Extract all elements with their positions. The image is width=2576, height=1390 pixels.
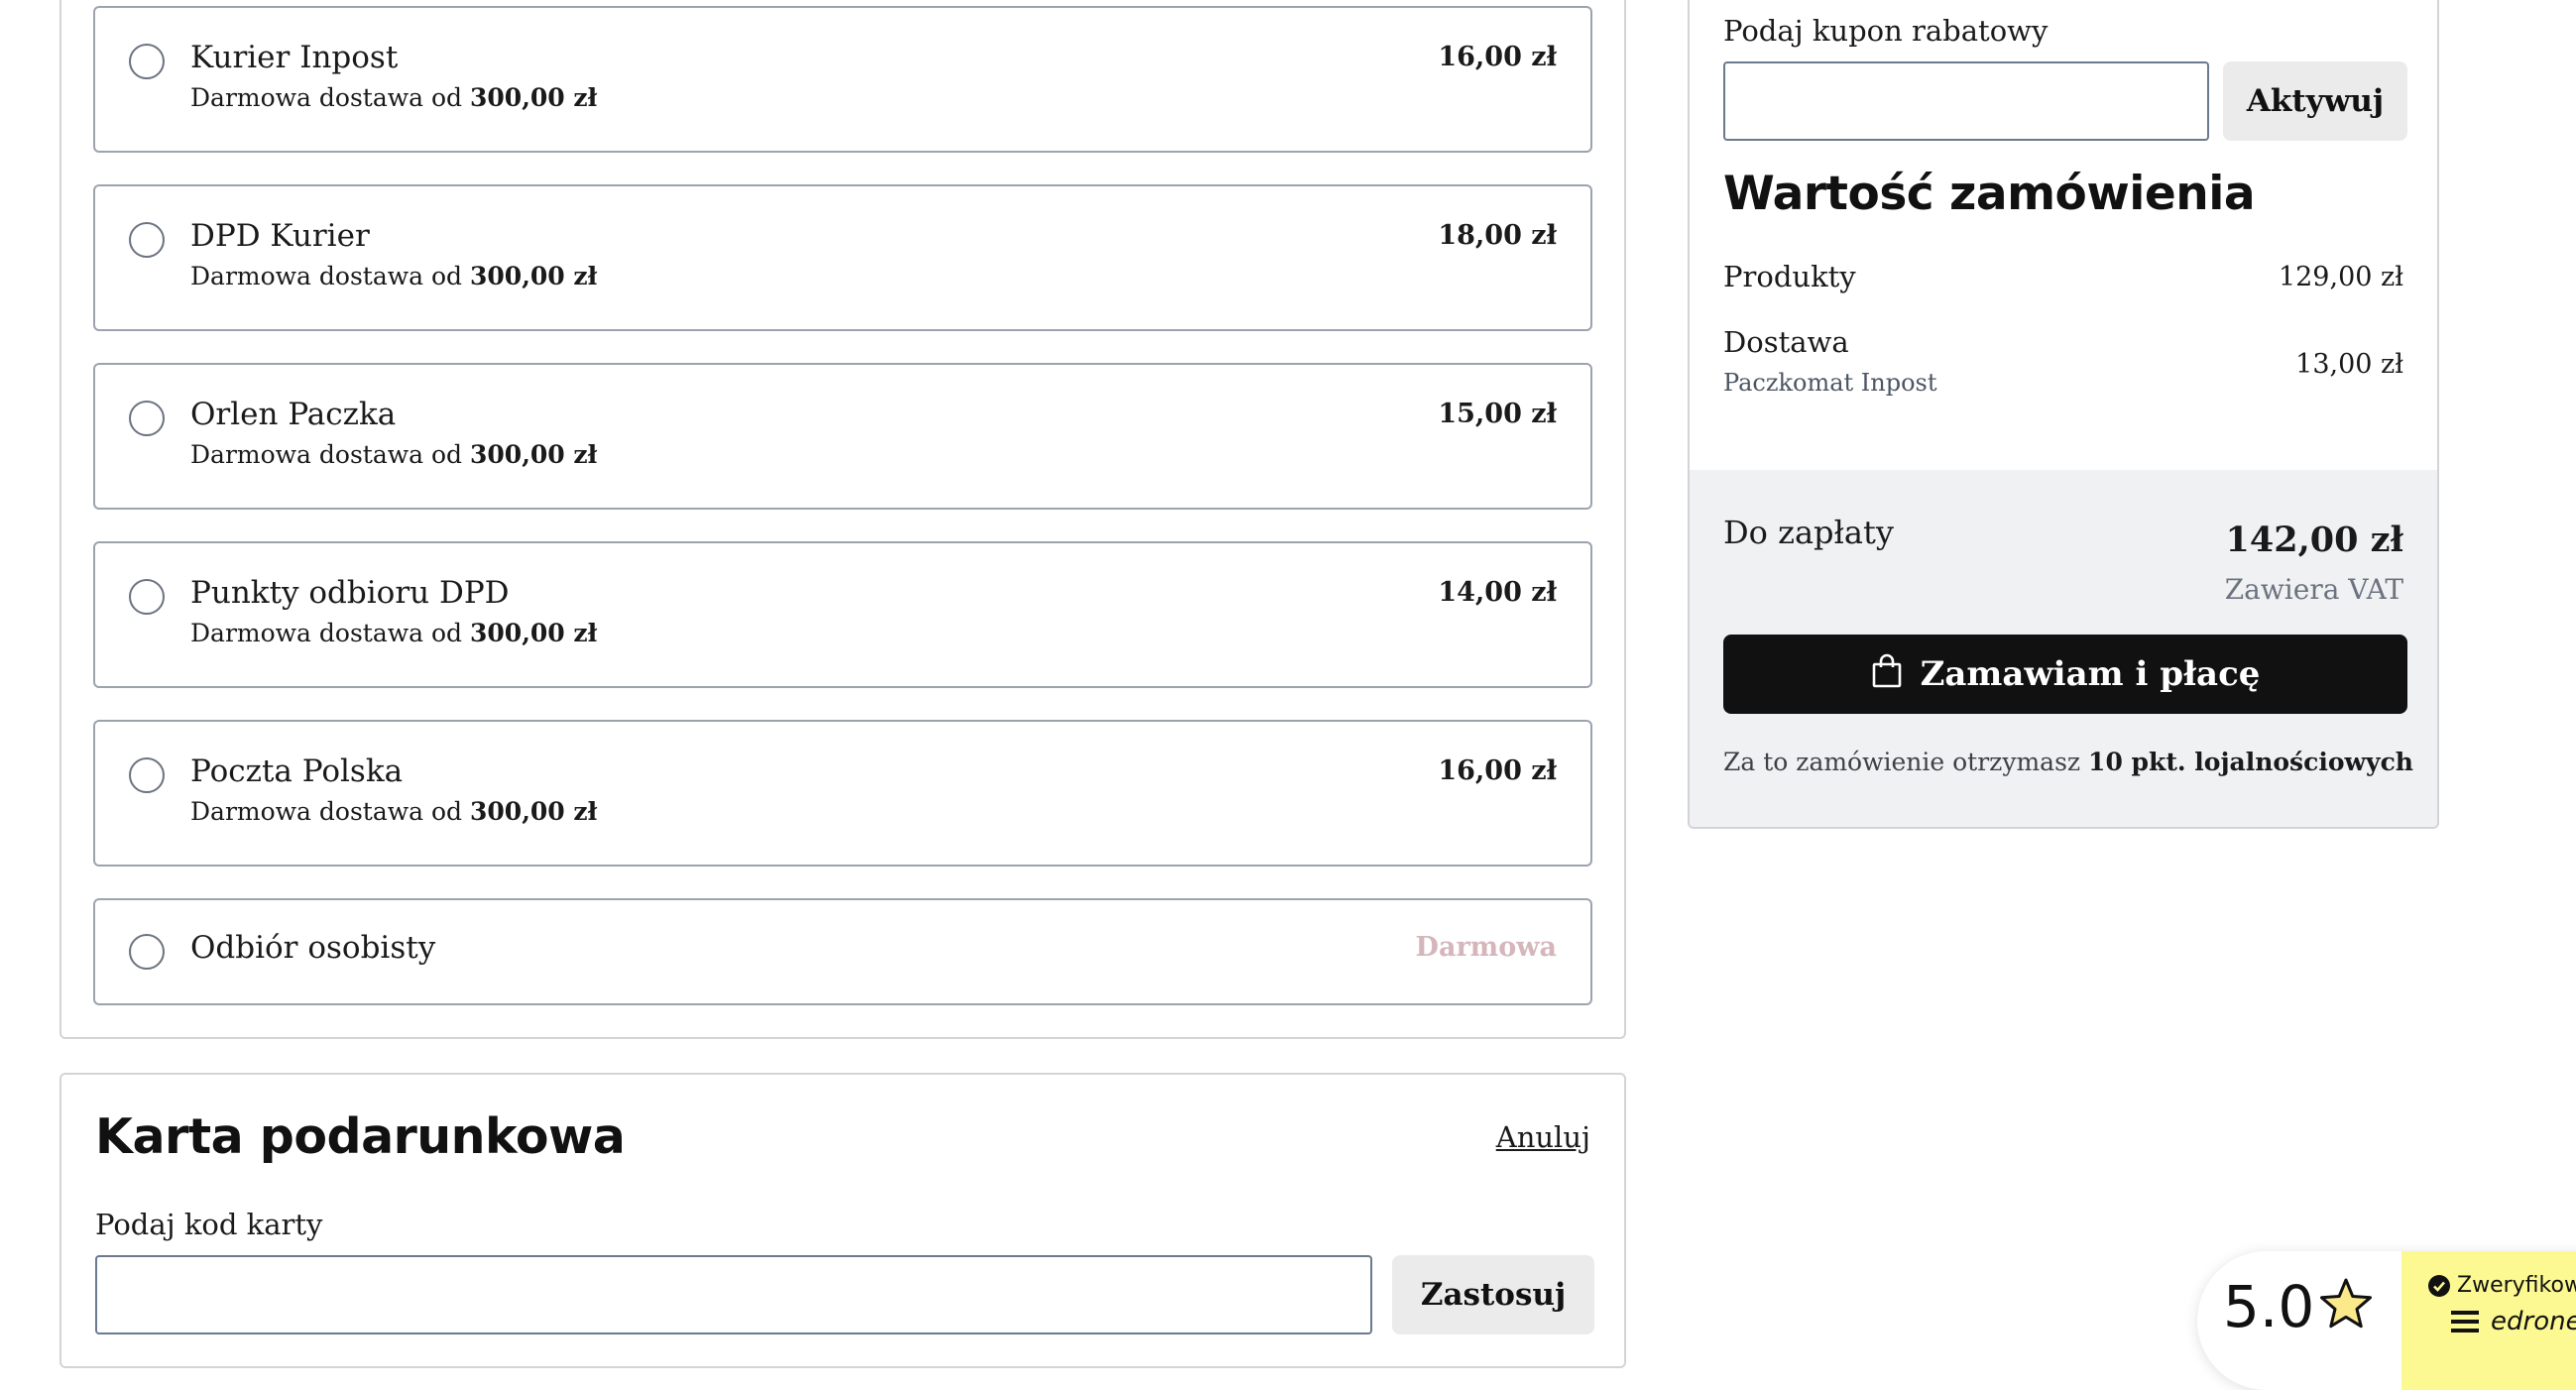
- shipping-price: 14,00 zł: [1438, 577, 1557, 608]
- brand-name: edrone: [2491, 1307, 2576, 1336]
- shipping-option-poczta-polska[interactable]: Poczta Polska Darmowa dostawa od 300,00 …: [93, 720, 1592, 867]
- gift-code-input[interactable]: [95, 1255, 1372, 1334]
- free-shipping-note: Darmowa dostawa od 300,00 zł: [190, 619, 598, 647]
- place-order-label: Zamawiam i płacę: [1920, 654, 2261, 694]
- radio-button[interactable]: [129, 579, 165, 615]
- coupon-input[interactable]: [1723, 61, 2209, 141]
- apply-button[interactable]: Zastosuj: [1392, 1255, 1594, 1334]
- free-shipping-note: Darmowa dostawa od 300,00 zł: [190, 83, 598, 112]
- rating-score: 5.0: [2223, 1273, 2315, 1340]
- verified-label: Zweryfikowa: [2457, 1273, 2576, 1298]
- gift-card-title: Karta podarunkowa: [95, 1108, 626, 1165]
- gift-code-label: Podaj kod karty: [95, 1208, 323, 1241]
- shopping-bag-icon: [1871, 652, 1903, 697]
- loyalty-note: Za to zamówienie otrzymasz 10 pkt. lojal…: [1723, 748, 2413, 776]
- radio-button[interactable]: [129, 401, 165, 436]
- products-value: 129,00 zł: [2278, 262, 2403, 292]
- shipping-price: 16,00 zł: [1438, 42, 1557, 72]
- shipping-option-name: Punkty odbioru DPD: [190, 575, 510, 611]
- shipping-price: 16,00 zł: [1438, 755, 1557, 786]
- shipping-price: 15,00 zł: [1438, 399, 1557, 429]
- delivery-value: 13,00 zł: [2295, 349, 2403, 380]
- order-value-title: Wartość zamówienia: [1723, 167, 2256, 221]
- shipping-panel: [59, 0, 1626, 1039]
- shipping-option-name: Odbiór osobisty: [190, 930, 436, 966]
- coupon-label: Podaj kupon rabatowy: [1723, 14, 2049, 48]
- menu-icon: [2451, 1311, 2479, 1332]
- radio-button[interactable]: [129, 757, 165, 793]
- total-section: Do zapłaty 142,00 zł Zawiera VAT Zamawia…: [1690, 470, 2437, 827]
- vat-note: Zawiera VAT: [2224, 573, 2403, 606]
- radio-button[interactable]: [129, 934, 165, 970]
- verified-badge: Zweryfikowa edrone: [2401, 1251, 2576, 1390]
- radio-button[interactable]: [129, 222, 165, 258]
- shipping-option-kurier-inpost[interactable]: Kurier Inpost Darmowa dostawa od 300,00 …: [93, 6, 1592, 153]
- star-icon: [2320, 1278, 2372, 1329]
- total-value: 142,00 zł: [2225, 520, 2403, 560]
- shipping-price: 18,00 zł: [1438, 220, 1557, 251]
- shipping-option-odbior-osobisty[interactable]: Odbiór osobisty Darmowa: [93, 898, 1592, 1005]
- products-label: Produkty: [1723, 260, 1856, 293]
- shipping-option-name: Kurier Inpost: [190, 40, 399, 75]
- delivery-label: Dostawa: [1723, 325, 1849, 359]
- order-summary-panel: Podaj kupon rabatowy Aktywuj Wartość zam…: [1688, 0, 2439, 829]
- free-shipping-note: Darmowa dostawa od 300,00 zł: [190, 440, 598, 469]
- shipping-option-name: DPD Kurier: [190, 218, 370, 254]
- free-shipping-note: Darmowa dostawa od 300,00 zł: [190, 262, 598, 290]
- gift-card-panel: Karta podarunkowa Anuluj Podaj kod karty…: [59, 1073, 1626, 1368]
- activate-coupon-button[interactable]: Aktywuj: [2223, 61, 2407, 141]
- cancel-link[interactable]: Anuluj: [1496, 1120, 1590, 1154]
- shipping-option-name: Orlen Paczka: [190, 397, 397, 432]
- free-shipping-note: Darmowa dostawa od 300,00 zł: [190, 797, 598, 826]
- shipping-option-punkty-odbioru-dpd[interactable]: Punkty odbioru DPD Darmowa dostawa od 30…: [93, 541, 1592, 688]
- shipping-option-name: Poczta Polska: [190, 753, 404, 789]
- shipping-option-dpd-kurier[interactable]: DPD Kurier Darmowa dostawa od 300,00 zł …: [93, 184, 1592, 331]
- shipping-price: Darmowa: [1415, 932, 1557, 963]
- radio-button[interactable]: [129, 44, 165, 79]
- place-order-button[interactable]: Zamawiam i płacę: [1723, 635, 2407, 714]
- total-label: Do zapłaty: [1723, 514, 1894, 551]
- delivery-method: Paczkomat Inpost: [1723, 369, 1937, 397]
- rating-widget[interactable]: 5.0 Zweryfikowa edrone: [2197, 1251, 2576, 1390]
- shipping-option-orlen-paczka[interactable]: Orlen Paczka Darmowa dostawa od 300,00 z…: [93, 363, 1592, 510]
- verified-check-icon: [2428, 1274, 2450, 1297]
